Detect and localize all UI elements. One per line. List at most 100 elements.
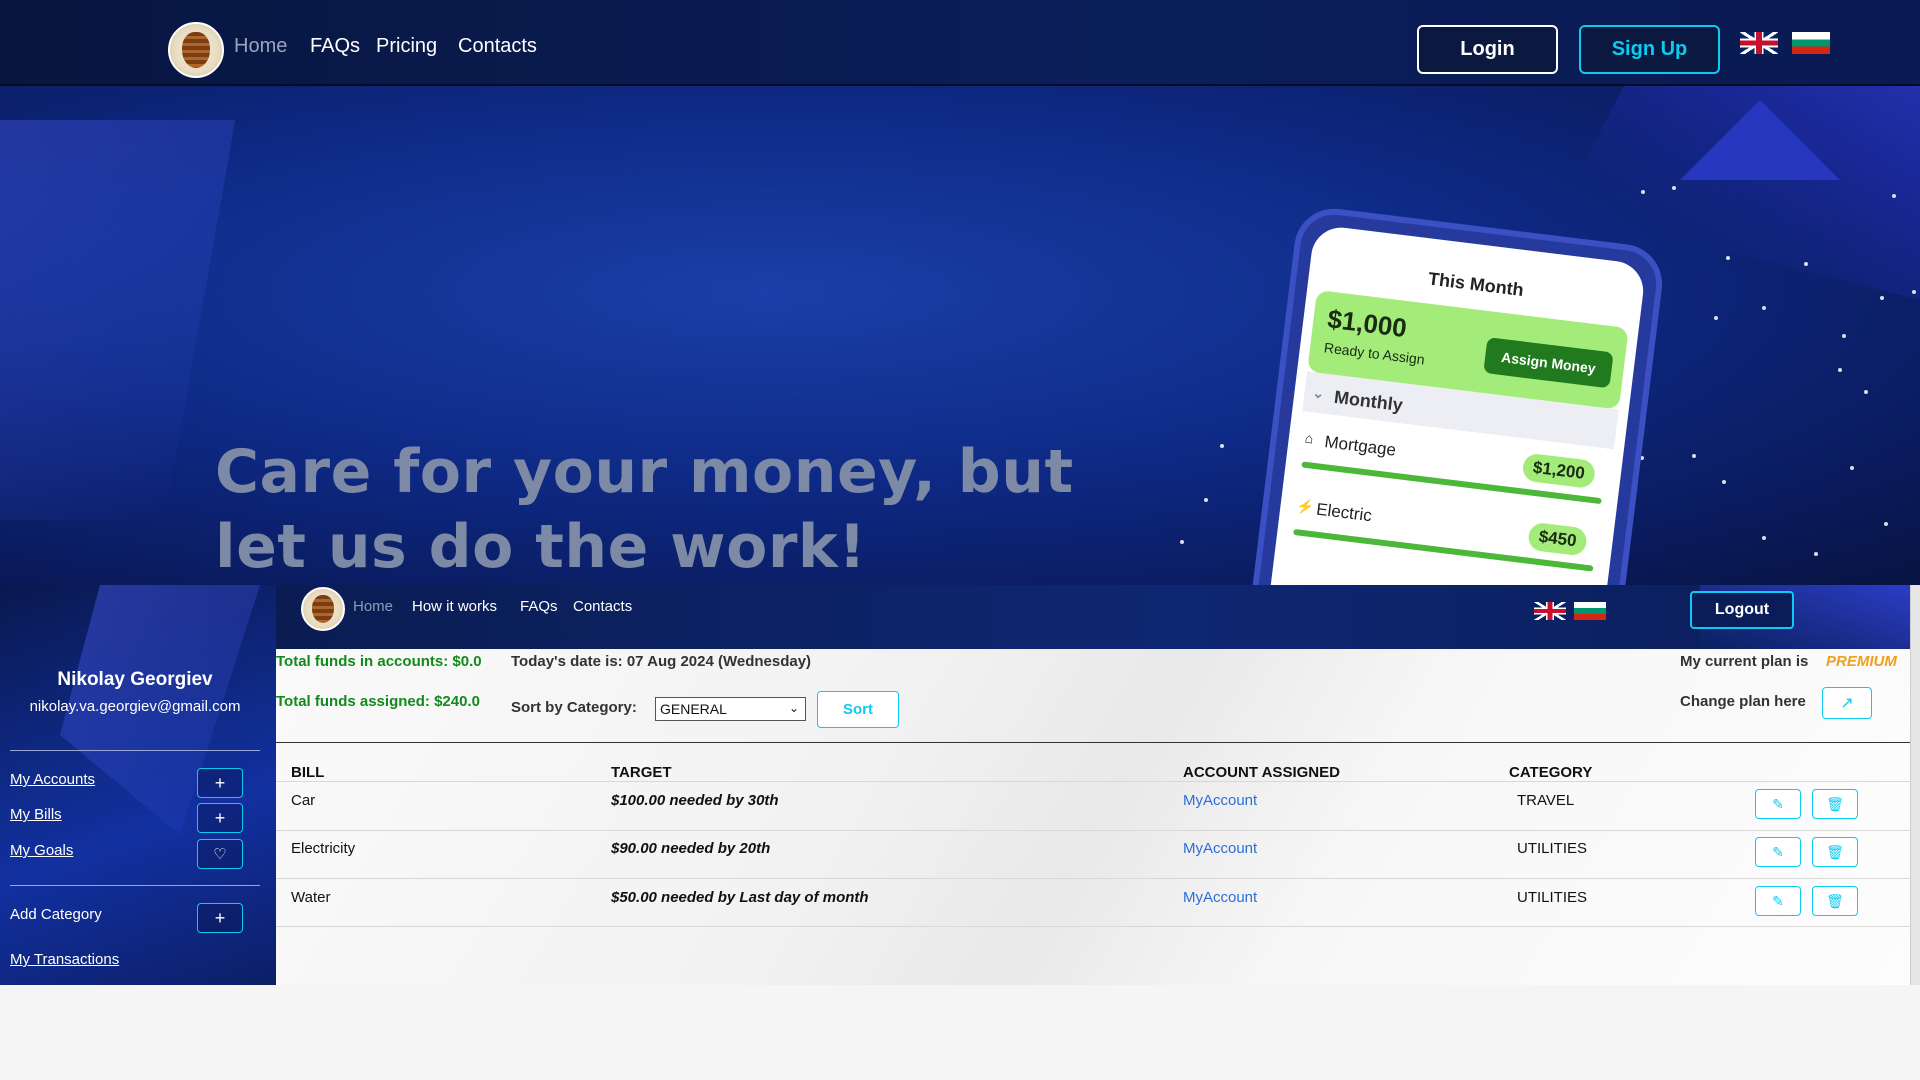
column-header-account: ACCOUNT ASSIGNED — [1183, 764, 1340, 781]
dashboard-app: Nikolay Georgiev nikolay.va.georgiev@gma… — [0, 585, 1920, 985]
phone-screen: This Month $1,000 Ready to Assign Assign… — [1261, 224, 1647, 585]
scrollbar[interactable] — [1910, 585, 1920, 985]
budget-row-amount: $450 — [1527, 521, 1589, 557]
column-header-target: TARGET — [611, 764, 672, 781]
english-flag-icon[interactable] — [1534, 602, 1566, 620]
row-divider — [276, 878, 1920, 879]
edit-icon: ✎ — [1772, 892, 1784, 909]
total-funds-accounts: Total funds in accounts: $0.0 — [276, 653, 482, 670]
english-flag-icon[interactable] — [1740, 32, 1778, 54]
sidebar-item-bills[interactable]: My Bills — [10, 806, 62, 823]
chevron-down-icon: ⌄ — [1311, 384, 1326, 402]
add-category-label: Add Category — [10, 906, 102, 923]
edit-icon: ✎ — [1772, 843, 1784, 860]
trash-icon: 🗑 — [1826, 892, 1844, 909]
category-select[interactable]: GENERAL ⌄ — [655, 697, 806, 721]
add-goal-button[interactable]: ♡ — [197, 839, 243, 869]
hero-title-line: Care for your money, but — [215, 437, 1074, 507]
monthly-label: Monthly — [1332, 386, 1404, 416]
divider — [10, 885, 260, 886]
bill-name: Electricity — [291, 840, 356, 857]
nav-faqs[interactable]: FAQs — [520, 598, 558, 615]
change-plan-label: Change plan here — [1680, 693, 1806, 710]
account-link[interactable]: MyAccount — [1183, 792, 1257, 809]
heart-icon: ♡ — [213, 846, 227, 863]
chevron-down-icon: ⌄ — [788, 701, 799, 715]
bill-category: TRAVEL — [1517, 792, 1575, 809]
nav-how-it-works[interactable]: How it works — [412, 598, 497, 615]
nav-contacts[interactable]: Contacts — [458, 35, 537, 58]
sidebar-item-goals[interactable]: My Goals — [10, 842, 73, 859]
delete-button[interactable]: 🗑 — [1812, 886, 1858, 916]
user-email: nikolay.va.georgiev@gmail.com — [29, 698, 241, 715]
hero-navbar: Home FAQs Pricing Contacts Login Sign Up — [0, 0, 1920, 86]
phone-mockup: This Month $1,000 Ready to Assign Assign… — [1243, 204, 1667, 585]
delete-button[interactable]: 🗑 — [1812, 789, 1858, 819]
hero-title: Care for your money, but let us do the w… — [215, 435, 1074, 585]
bill-target: $90.00 needed by 20th — [611, 840, 771, 857]
trash-icon: 🗑 — [1826, 795, 1844, 812]
divider — [276, 742, 1920, 743]
hero-decoration — [0, 120, 236, 520]
user-name: Nikolay Georgiev — [57, 669, 213, 690]
assign-money-button: Assign Money — [1483, 337, 1614, 389]
category-select-value: GENERAL — [660, 701, 727, 717]
bill-name: Water — [291, 889, 331, 906]
hero-title-line: let us do the work! — [215, 512, 867, 582]
row-divider — [276, 926, 1920, 927]
budget-row-amount: $1,200 — [1521, 452, 1597, 490]
bill-target: $50.00 needed by Last day of month — [611, 889, 869, 906]
house-icon: ⌂ — [1304, 429, 1315, 447]
divider — [10, 750, 260, 751]
ready-label: Ready to Assign — [1323, 339, 1426, 368]
edit-button[interactable]: ✎ — [1755, 886, 1801, 916]
budget-row-label: Mortgage — [1323, 432, 1398, 460]
todays-date: Today's date is: 07 Aug 2024 (Wednesday) — [511, 653, 812, 670]
bill-target: $100.00 needed by 30th — [611, 792, 779, 809]
signup-button[interactable]: Sign Up — [1579, 25, 1720, 74]
trending-up-icon: ↗ — [1840, 695, 1854, 712]
edit-button[interactable]: ✎ — [1755, 837, 1801, 867]
account-link[interactable]: MyAccount — [1183, 889, 1257, 906]
change-plan-button[interactable]: ↗ — [1822, 687, 1872, 719]
row-divider — [276, 781, 1920, 782]
login-button[interactable]: Login — [1417, 25, 1558, 74]
add-bill-button[interactable]: + — [197, 803, 243, 833]
account-link[interactable]: MyAccount — [1183, 840, 1257, 857]
nav-home[interactable]: Home — [353, 598, 393, 615]
row-divider — [276, 830, 1920, 831]
app-header: Home How it works FAQs Contacts Logout — [276, 585, 1920, 649]
sort-label: Sort by Category: — [511, 699, 637, 716]
add-category-button[interactable]: + — [197, 903, 243, 933]
add-account-button[interactable]: + — [197, 768, 243, 798]
plan-value: PREMIUM — [1826, 653, 1897, 670]
column-header-category: CATEGORY — [1509, 764, 1593, 781]
plug-icon: ⚡ — [1295, 497, 1315, 516]
bill-name: Car — [291, 792, 316, 809]
nav-pricing[interactable]: Pricing — [376, 35, 437, 58]
logo[interactable] — [301, 587, 345, 631]
sidebar: Nikolay Georgiev nikolay.va.georgiev@gma… — [0, 585, 276, 985]
sidebar-item-transactions[interactable]: My Transactions — [10, 951, 119, 968]
total-funds-assigned: Total funds assigned: $240.0 — [276, 693, 480, 710]
delete-button[interactable]: 🗑 — [1812, 837, 1858, 867]
bulgarian-flag-icon[interactable] — [1574, 602, 1606, 620]
nav-home[interactable]: Home — [234, 35, 287, 58]
sidebar-item-accounts[interactable]: My Accounts — [10, 771, 95, 788]
logout-button[interactable]: Logout — [1690, 591, 1794, 629]
sort-button[interactable]: Sort — [817, 691, 899, 728]
column-header-bill: BILL — [291, 764, 325, 781]
edit-button[interactable]: ✎ — [1755, 789, 1801, 819]
page-background — [0, 985, 1920, 1080]
budget-row-label: Electric — [1315, 499, 1373, 526]
trash-icon: 🗑 — [1826, 843, 1844, 860]
bill-category: UTILITIES — [1517, 840, 1588, 857]
plan-label: My current plan is — [1680, 653, 1809, 670]
logo[interactable] — [168, 22, 224, 78]
edit-icon: ✎ — [1772, 795, 1784, 812]
bill-category: UTILITIES — [1517, 889, 1588, 906]
bulgarian-flag-icon[interactable] — [1792, 32, 1830, 54]
nav-faqs[interactable]: FAQs — [310, 35, 360, 58]
nav-contacts[interactable]: Contacts — [573, 598, 632, 615]
ready-amount: $1,000 — [1325, 303, 1409, 344]
